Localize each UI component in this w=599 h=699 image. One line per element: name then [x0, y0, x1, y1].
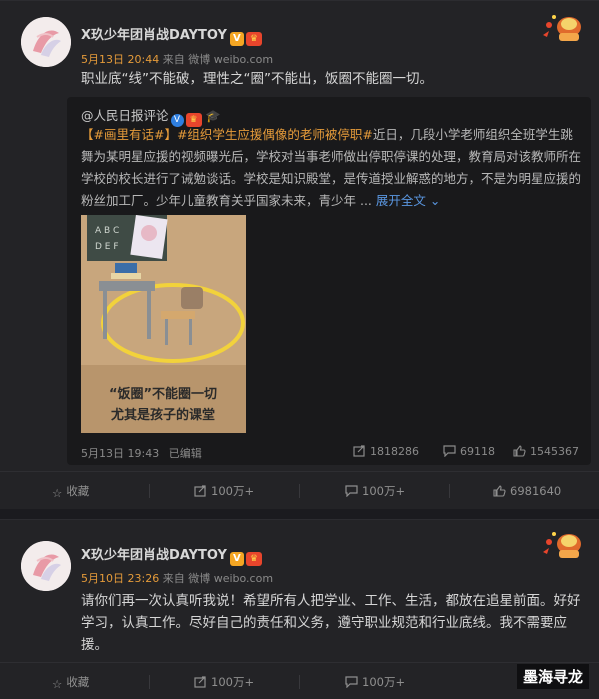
repost-label: 100万+: [211, 675, 255, 689]
comment-label: 100万+: [362, 675, 406, 689]
vip-crown-icon: ♛: [245, 32, 262, 46]
repost-count[interactable]: 1818286: [353, 445, 419, 458]
thumbs-up-icon: [513, 445, 526, 457]
action-bar: ☆ 收藏 100万+ 100万+ 6981640: [0, 471, 599, 509]
repost-icon: [194, 485, 206, 497]
poster-line1: “饭圈”不能圈一切: [109, 386, 217, 402]
repost-date[interactable]: 5月13日 19:43: [81, 447, 159, 460]
avatar[interactable]: [21, 541, 71, 591]
vip-crown-icon: ♛: [245, 552, 262, 566]
repost-button[interactable]: 100万+: [194, 663, 254, 699]
repost-icon: [353, 445, 365, 457]
like-count[interactable]: 1545367: [513, 445, 579, 458]
favorite-button[interactable]: ☆ 收藏: [52, 663, 89, 699]
repost-author-name[interactable]: @人民日报评论: [81, 108, 169, 123]
fan-cheer-icon: [543, 15, 581, 41]
comment-icon: [345, 485, 358, 497]
avatar-image: [21, 17, 71, 67]
expand-label[interactable]: 展开全文: [376, 193, 426, 208]
comment-button[interactable]: 100万+: [345, 472, 405, 510]
comment-count[interactable]: 69118: [443, 445, 495, 458]
comment-icon: [443, 445, 456, 457]
star-icon: ☆: [52, 486, 63, 500]
svg-text:D E F: D E F: [95, 242, 119, 252]
divider: [149, 675, 150, 689]
repost-image[interactable]: A B C D E F “饭圈”不能圈一切 尤其是孩子的课堂: [81, 215, 246, 433]
repost-label: 100万+: [211, 484, 255, 498]
post-source: 微博 weibo.com: [188, 572, 274, 585]
post-time[interactable]: 5月13日 20:44: [81, 53, 159, 66]
post-meta: 5月10日 23:26 来自 微博 weibo.com: [81, 570, 273, 586]
edited-label[interactable]: 已编辑: [169, 447, 202, 460]
like-label: 6981640: [510, 484, 562, 498]
graduation-cap-icon: 🎓: [205, 109, 221, 123]
divider: [299, 675, 300, 689]
post-text: 请你们再一次认真听我说！希望所有人把学业、工作、生活，都放在追星前面。好好学习，…: [81, 593, 581, 653]
fan-cheer-icon: [543, 532, 581, 558]
username[interactable]: X玖少年团肖战DAYTOY V ♛: [81, 24, 262, 46]
like-button[interactable]: 6981640: [493, 472, 561, 510]
verified-badge-icon: V: [229, 552, 244, 566]
favorite-label: 收藏: [66, 675, 90, 689]
repost-text: 【#画里有话#】#组织学生应援偶像的老师被停职#近日，几段小学老师组织全班学生跳…: [81, 124, 581, 212]
favorite-label: 收藏: [66, 484, 90, 498]
hashtag-link[interactable]: #组织学生应援偶像的老师被停职#: [177, 127, 373, 142]
chevron-down-icon: ⌄: [429, 193, 441, 208]
comment-icon: [345, 676, 358, 688]
repost-date-group: 5月13日 19:43 已编辑: [81, 445, 202, 461]
thumbs-up-icon: [493, 485, 506, 497]
repost-count-value: 1818286: [370, 445, 419, 458]
classroom-illustration: A B C D E F “饭圈”不能圈一切 尤其是孩子的课堂: [81, 215, 246, 433]
divider: [149, 484, 150, 498]
avatar-image: [21, 541, 71, 591]
comment-count-value: 69118: [460, 445, 495, 458]
source-prefix: 来自: [162, 53, 185, 66]
repost-footer: 5月13日 19:43 已编辑 1818286 69118 1545367: [81, 445, 581, 461]
reposted-weibo[interactable]: @人民日报评论 V ♛ 🎓 【#画里有话#】#组织学生应援偶像的老师被停职#近日，几段…: [67, 97, 591, 465]
comment-label: 100万+: [362, 484, 406, 498]
username-text[interactable]: X玖少年团肖战DAYTOY: [81, 28, 227, 43]
repost-button[interactable]: 100万+: [194, 472, 254, 510]
svg-text:A B C: A B C: [95, 226, 119, 236]
comment-button[interactable]: 100万+: [345, 663, 405, 699]
source-prefix: 来自: [162, 572, 185, 585]
expand-full-text-link[interactable]: 展开全文 ⌄: [376, 193, 440, 208]
avatar[interactable]: [21, 17, 71, 67]
divider: [449, 484, 450, 498]
repost-icon: [194, 676, 206, 688]
username-text[interactable]: X玖少年团肖战DAYTOY: [81, 548, 227, 563]
favorite-button[interactable]: ☆ 收藏: [52, 472, 89, 510]
post-time[interactable]: 5月10日 23:26: [81, 572, 159, 585]
post-text: 职业底“线”不能破，理性之“圈”不能出，饭圈不能圈一切。: [81, 71, 433, 87]
star-icon: ☆: [52, 677, 63, 691]
like-count-value: 1545367: [530, 445, 579, 458]
divider: [299, 484, 300, 498]
post-source: 微博 weibo.com: [188, 53, 274, 66]
weibo-post-card: X玖少年团肖战DAYTOY V ♛ 5月13日 20:44 来自 微博 weibo.…: [0, 0, 599, 509]
weibo-post-card: X玖少年团肖战DAYTOY V ♛ 5月10日 23:26 来自 微博 weibo.…: [0, 519, 599, 699]
verified-badge-icon: V: [229, 32, 244, 46]
action-bar: ☆ 收藏 100万+ 100万+: [0, 662, 599, 699]
username[interactable]: X玖少年团肖战DAYTOY V ♛: [81, 544, 262, 566]
poster-line2: 尤其是孩子的课堂: [111, 407, 215, 423]
watermark: 墨海寻龙: [516, 664, 589, 689]
post-meta: 5月13日 20:44 来自 微博 weibo.com: [81, 51, 273, 67]
topic-tag-link[interactable]: 【#画里有话#】: [81, 127, 177, 142]
